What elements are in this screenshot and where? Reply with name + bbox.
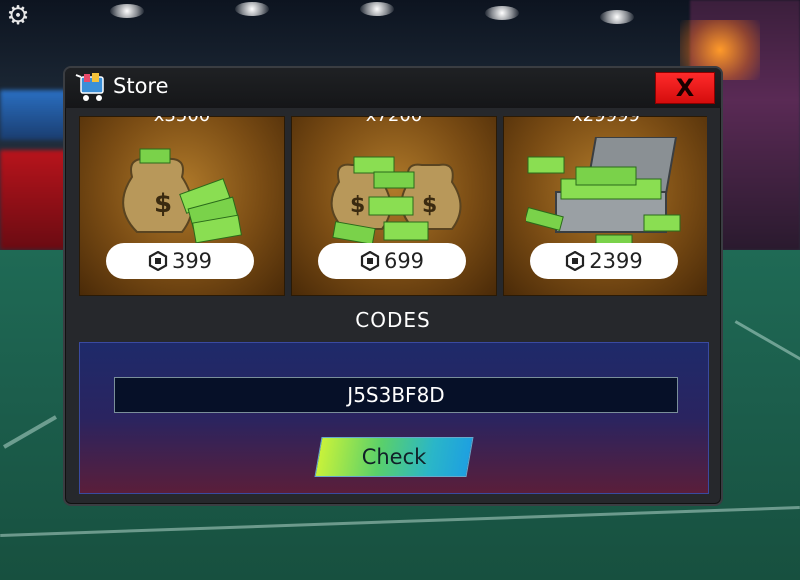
money-briefcase-icon	[526, 137, 681, 247]
stadium-light	[360, 2, 394, 16]
check-button[interactable]: Check	[314, 437, 474, 477]
stadium-stand	[0, 90, 70, 140]
money-bag-icon: $	[122, 148, 242, 244]
close-button[interactable]: X	[655, 72, 715, 104]
robux-icon	[148, 251, 168, 271]
gear-icon[interactable]: ⚙	[4, 2, 32, 30]
item-quantity: x7200	[292, 116, 496, 126]
store-item-card[interactable]: x7200 $ $ 699	[291, 116, 497, 296]
robux-icon	[566, 251, 585, 271]
item-quantity: x29999	[504, 116, 707, 126]
stadium-decor	[0, 150, 70, 250]
price-pill[interactable]: 399	[106, 243, 254, 279]
price-value: 699	[383, 249, 425, 273]
price-pill[interactable]: 2399	[530, 243, 678, 279]
store-item-card[interactable]: x29999 2399	[503, 116, 707, 296]
codes-heading: CODES	[355, 308, 431, 332]
price-value: 2399	[589, 249, 643, 273]
store-title: Store	[113, 74, 169, 98]
shopping-cart-icon	[75, 73, 104, 101]
store-items: x3500 $ 399 x7200	[79, 116, 707, 296]
stadium-light	[485, 6, 519, 20]
store-panel: Store X x3500 $ 399 x7	[63, 66, 723, 506]
stadium-light	[110, 4, 144, 18]
svg-text:$: $	[350, 193, 365, 218]
price-pill[interactable]: 699	[318, 243, 466, 279]
store-titlebar: Store X	[65, 68, 721, 108]
item-quantity: x3500	[80, 116, 284, 126]
stadium-light	[600, 10, 634, 24]
svg-text:$: $	[154, 189, 172, 219]
codes-section: Check	[79, 342, 709, 494]
robux-icon	[360, 251, 380, 271]
svg-text:$: $	[422, 193, 437, 218]
check-button-label: Check	[361, 445, 427, 469]
store-item-card[interactable]: x3500 $ 399	[79, 116, 285, 296]
price-value: 399	[171, 249, 213, 273]
money-bags-icon: $ $	[330, 156, 462, 245]
code-input[interactable]	[114, 377, 678, 413]
stadium-light	[235, 2, 269, 16]
